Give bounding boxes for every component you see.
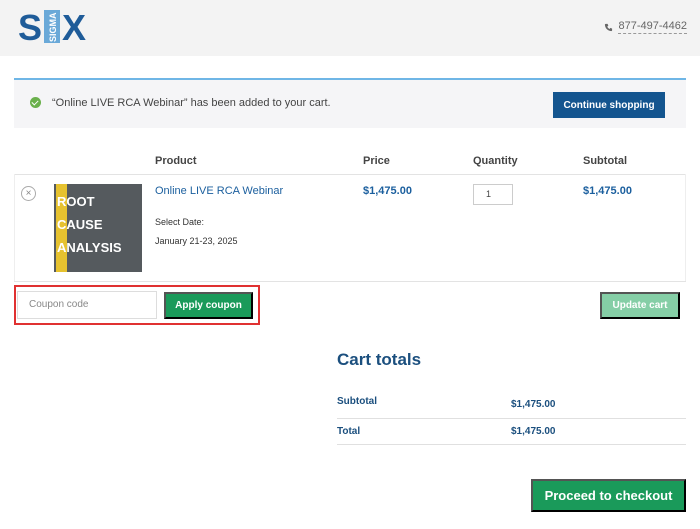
- table-divider: [14, 281, 686, 282]
- proceed-to-checkout-button[interactable]: Proceed to checkout: [531, 479, 686, 512]
- svg-text:X: X: [62, 7, 86, 46]
- thumbnail-text-3: ANALYSIS: [57, 240, 122, 255]
- totals-total-value: $1,475.00: [511, 426, 556, 437]
- phone-number[interactable]: 877-497-4462: [618, 20, 687, 34]
- six-sigma-logo[interactable]: S X SIGMA: [18, 6, 98, 46]
- continue-shopping-button[interactable]: Continue shopping: [553, 92, 665, 118]
- cart-totals-title: Cart totals: [337, 350, 422, 369]
- update-cart-button[interactable]: Update cart: [600, 292, 680, 319]
- thumbnail-text-2: CAUSE: [57, 217, 103, 232]
- svg-text:SIGMA: SIGMA: [48, 12, 58, 42]
- totals-divider: [337, 418, 686, 419]
- coupon-code-input[interactable]: Coupon code: [17, 291, 157, 319]
- header-quantity: Quantity: [473, 155, 518, 167]
- header-product: Product: [155, 155, 197, 167]
- item-subtotal: $1,475.00: [583, 185, 632, 197]
- check-circle-icon: [30, 97, 41, 108]
- select-date-label: Select Date:: [155, 217, 205, 227]
- totals-subtotal-value: $1,475.00: [511, 399, 556, 410]
- site-header: S X SIGMA 877-497-4462: [0, 0, 700, 56]
- cart-notice: “Online LIVE RCA Webinar” has been added…: [14, 78, 686, 128]
- thumbnail-text-1: ROOT: [57, 194, 95, 209]
- svg-text:S: S: [18, 7, 42, 46]
- item-price: $1,475.00: [363, 185, 412, 197]
- phone-icon: [605, 23, 613, 31]
- select-date-value: January 21-23, 2025: [155, 236, 238, 246]
- apply-coupon-button[interactable]: Apply coupon: [164, 292, 253, 319]
- product-thumbnail[interactable]: ROOT CAUSE ANALYSIS: [54, 184, 142, 272]
- totals-subtotal-label: Subtotal: [337, 396, 377, 407]
- header-subtotal: Subtotal: [583, 155, 627, 167]
- remove-item-icon[interactable]: ×: [21, 186, 36, 201]
- totals-total-label: Total: [337, 426, 361, 437]
- totals-divider: [337, 444, 686, 445]
- phone-contact[interactable]: 877-497-4462: [604, 20, 687, 34]
- header-price: Price: [363, 155, 390, 167]
- notice-message: “Online LIVE RCA Webinar” has been added…: [52, 97, 331, 109]
- quantity-input[interactable]: 1: [473, 184, 513, 205]
- product-name-link[interactable]: Online LIVE RCA Webinar: [155, 185, 283, 197]
